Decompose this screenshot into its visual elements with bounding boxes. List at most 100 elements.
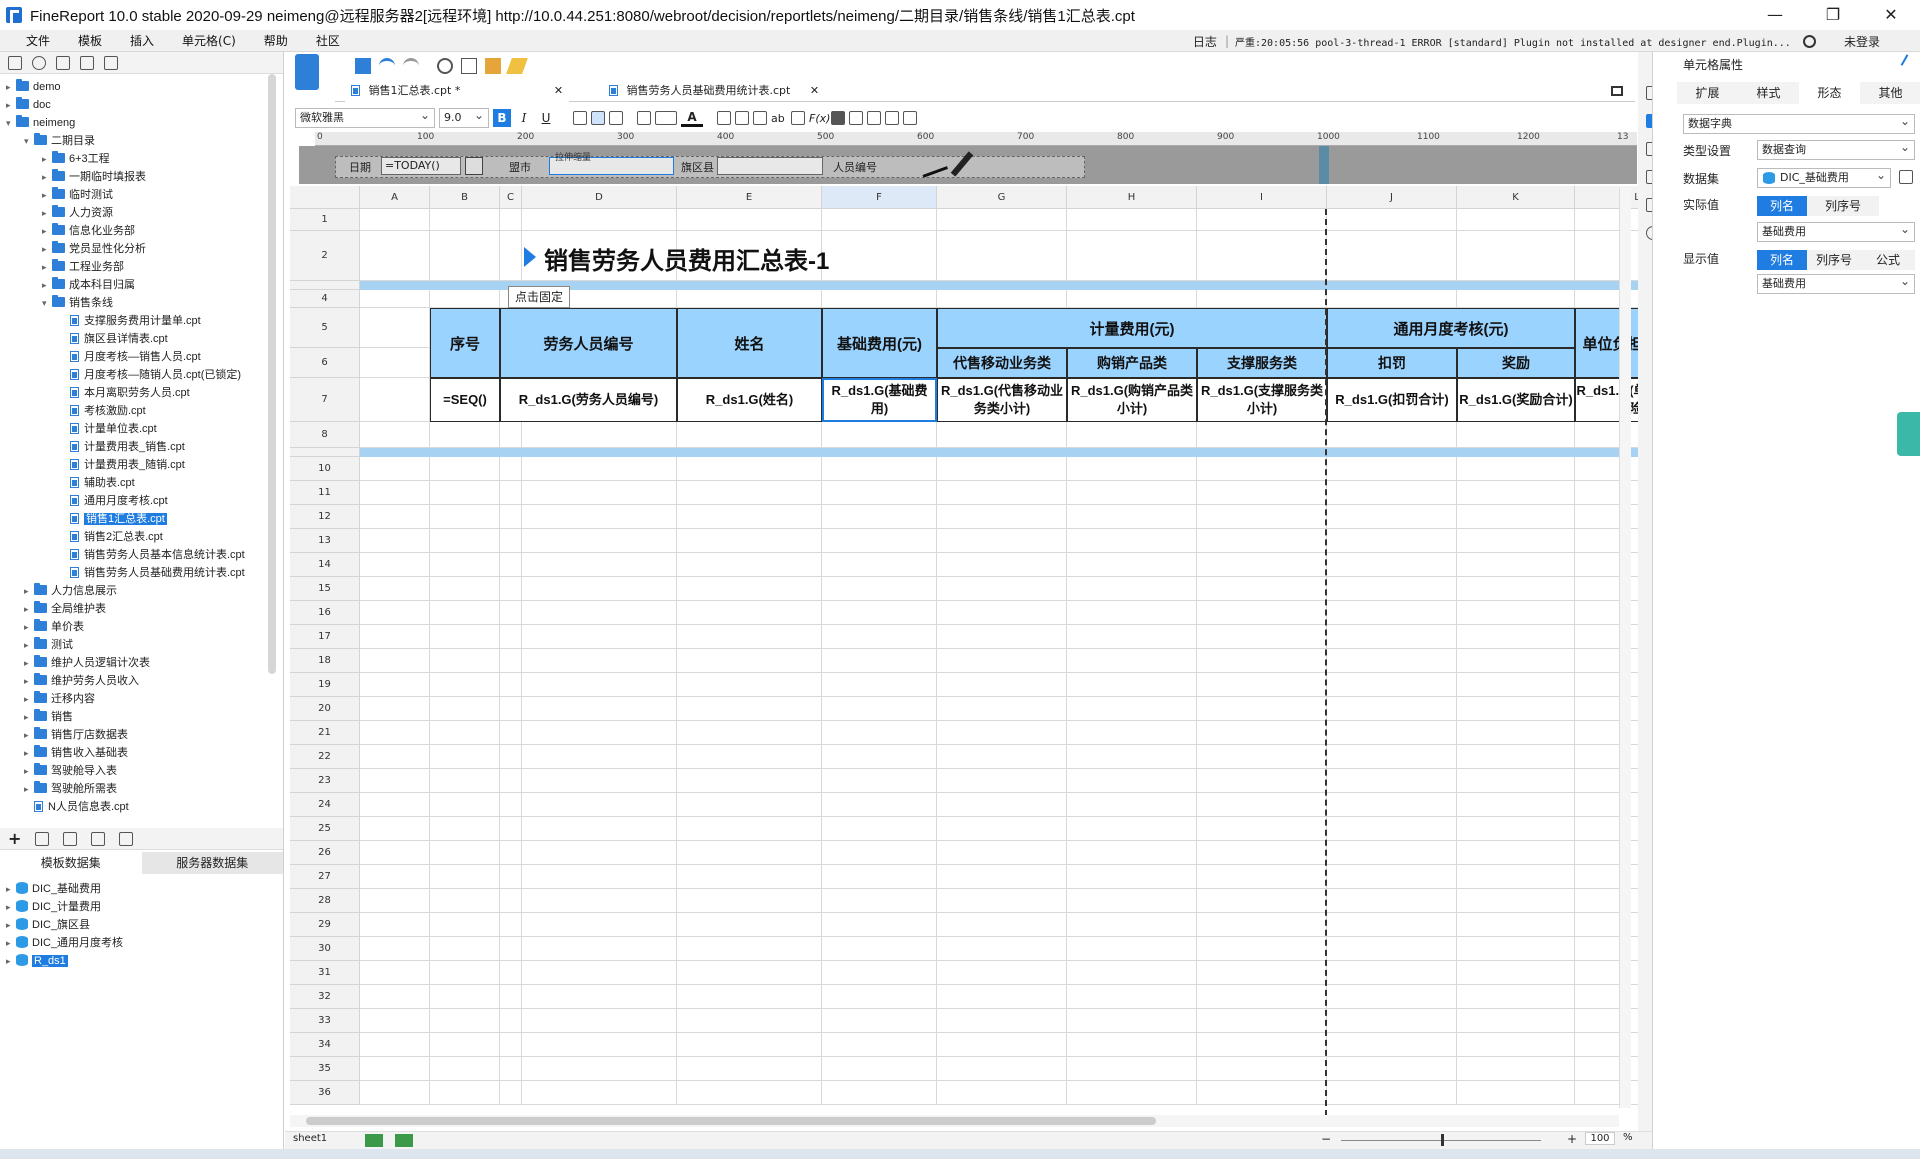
grid-cell[interactable] bbox=[500, 961, 522, 985]
grid-cell[interactable] bbox=[500, 985, 522, 1009]
row-header[interactable]: 10 bbox=[290, 457, 360, 481]
chevron-right-icon[interactable]: ▸ bbox=[42, 168, 52, 186]
grid-cell[interactable] bbox=[677, 505, 822, 529]
grid-cell[interactable] bbox=[1327, 625, 1457, 649]
grid-cell[interactable] bbox=[360, 1081, 430, 1105]
grid-cell[interactable] bbox=[1067, 1033, 1197, 1057]
grid-cell[interactable] bbox=[430, 937, 500, 961]
grid-cell[interactable] bbox=[1197, 481, 1327, 505]
grid-cell[interactable] bbox=[1067, 505, 1197, 529]
tree-folder[interactable]: ▸ 驾驶舱导入表 bbox=[24, 762, 117, 780]
grid-cell[interactable] bbox=[360, 961, 430, 985]
grid-cell[interactable] bbox=[1327, 553, 1457, 577]
grid-cell[interactable] bbox=[1197, 422, 1327, 448]
tree-file[interactable]: 销售2汇总表.cpt bbox=[60, 528, 163, 546]
grid-cell[interactable] bbox=[522, 697, 677, 721]
grid-cell[interactable] bbox=[1327, 601, 1457, 625]
data-cell[interactable]: R_ds1.G(姓名) bbox=[677, 378, 822, 422]
grid-cell[interactable] bbox=[1067, 745, 1197, 769]
grid-cell[interactable] bbox=[522, 505, 677, 529]
grid-cell[interactable] bbox=[1067, 290, 1197, 308]
grid-cell[interactable] bbox=[1457, 553, 1575, 577]
grid-cell[interactable] bbox=[360, 553, 430, 577]
grid-cell[interactable] bbox=[1457, 1081, 1575, 1105]
column-header[interactable]: B bbox=[430, 186, 500, 209]
grid-cell[interactable] bbox=[360, 649, 430, 673]
grid-cell[interactable] bbox=[1327, 841, 1457, 865]
grid-cell[interactable] bbox=[937, 817, 1067, 841]
grid-cell[interactable] bbox=[1457, 649, 1575, 673]
grid-cell[interactable] bbox=[822, 577, 937, 601]
grid-cell[interactable] bbox=[1457, 793, 1575, 817]
minimize-button[interactable]: — bbox=[1746, 0, 1804, 30]
report-type-icon[interactable] bbox=[295, 54, 319, 90]
grid-cell[interactable] bbox=[677, 769, 822, 793]
grid-cell[interactable] bbox=[430, 481, 500, 505]
tab-style[interactable]: 样式 bbox=[1738, 82, 1799, 104]
grid-cell[interactable] bbox=[1327, 913, 1457, 937]
column-header[interactable]: I bbox=[1197, 186, 1327, 209]
grid-cell[interactable] bbox=[430, 961, 500, 985]
undo-icon[interactable] bbox=[379, 58, 395, 74]
grid-cell[interactable] bbox=[1457, 1057, 1575, 1081]
grid-cell[interactable] bbox=[430, 649, 500, 673]
row-header[interactable]: 19 bbox=[290, 673, 360, 697]
dataset-item[interactable]: ▸ DIC_通用月度考核 bbox=[6, 934, 123, 952]
grid-cell[interactable] bbox=[1457, 769, 1575, 793]
grid-cell[interactable] bbox=[677, 913, 822, 937]
grid-cell[interactable] bbox=[522, 889, 677, 913]
grid-cell[interactable] bbox=[677, 601, 822, 625]
grid-cell[interactable] bbox=[360, 793, 430, 817]
grid-cell[interactable] bbox=[1197, 913, 1327, 937]
grid-cell[interactable] bbox=[522, 865, 677, 889]
grid-cell[interactable] bbox=[1327, 985, 1457, 1009]
grid-cell[interactable] bbox=[1457, 697, 1575, 721]
grid-cell[interactable] bbox=[360, 308, 430, 348]
grid-cell[interactable] bbox=[360, 769, 430, 793]
grid-cell[interactable] bbox=[500, 913, 522, 937]
chevron-right-icon[interactable]: ▸ bbox=[6, 78, 16, 96]
grid-cell[interactable] bbox=[937, 1033, 1067, 1057]
zoom-out-button[interactable]: − bbox=[1321, 1132, 1331, 1146]
chevron-right-icon[interactable]: ▸ bbox=[24, 780, 34, 798]
row-header[interactable] bbox=[290, 281, 360, 290]
row-header[interactable]: 22 bbox=[290, 745, 360, 769]
grid-cell[interactable] bbox=[1197, 865, 1327, 889]
grid-cell[interactable] bbox=[360, 1057, 430, 1081]
chevron-right-icon[interactable]: ▸ bbox=[6, 934, 16, 952]
grid-cell[interactable] bbox=[522, 457, 677, 481]
grid-cell[interactable] bbox=[1327, 721, 1457, 745]
tree-folder[interactable]: ▸ 销售厅店数据表 bbox=[24, 726, 128, 744]
chevron-right-icon[interactable]: ▸ bbox=[42, 258, 52, 276]
row-header[interactable]: 15 bbox=[290, 577, 360, 601]
grid-cell[interactable] bbox=[1197, 673, 1327, 697]
grid-cell[interactable] bbox=[522, 769, 677, 793]
grid-cell[interactable] bbox=[822, 231, 937, 281]
align-left-icon[interactable] bbox=[573, 111, 587, 125]
tree-file[interactable]: N人员信息表.cpt bbox=[24, 798, 129, 816]
chevron-right-icon[interactable]: ▸ bbox=[42, 276, 52, 294]
actual-value-select[interactable]: 基础费用 bbox=[1757, 220, 1915, 242]
grid-cell[interactable] bbox=[937, 601, 1067, 625]
chevron-right-icon[interactable]: ▸ bbox=[42, 186, 52, 204]
grid-cell[interactable] bbox=[360, 841, 430, 865]
grid-cell[interactable] bbox=[430, 697, 500, 721]
grid-cell[interactable] bbox=[1067, 865, 1197, 889]
grid-cell[interactable] bbox=[1327, 745, 1457, 769]
grid-cell[interactable] bbox=[677, 529, 822, 553]
tree-folder[interactable]: ▸ 人力资源 bbox=[42, 204, 113, 222]
grid-cell[interactable] bbox=[822, 673, 937, 697]
grid-cell[interactable] bbox=[360, 697, 430, 721]
chevron-right-icon[interactable]: ▸ bbox=[42, 204, 52, 222]
chevron-down-icon[interactable]: ▾ bbox=[6, 114, 16, 132]
grid-cell[interactable] bbox=[360, 865, 430, 889]
grid-cell[interactable] bbox=[822, 529, 937, 553]
chevron-right-icon[interactable]: ▸ bbox=[42, 240, 52, 258]
grid-cell[interactable] bbox=[822, 625, 937, 649]
grid-cell[interactable] bbox=[1327, 209, 1457, 231]
chevron-right-icon[interactable]: ▸ bbox=[42, 150, 52, 168]
subreport-icon[interactable] bbox=[885, 111, 899, 125]
unmerge-icon[interactable] bbox=[735, 111, 749, 125]
data-cell[interactable]: =SEQ() bbox=[430, 378, 500, 422]
grid-cell[interactable] bbox=[1067, 817, 1197, 841]
